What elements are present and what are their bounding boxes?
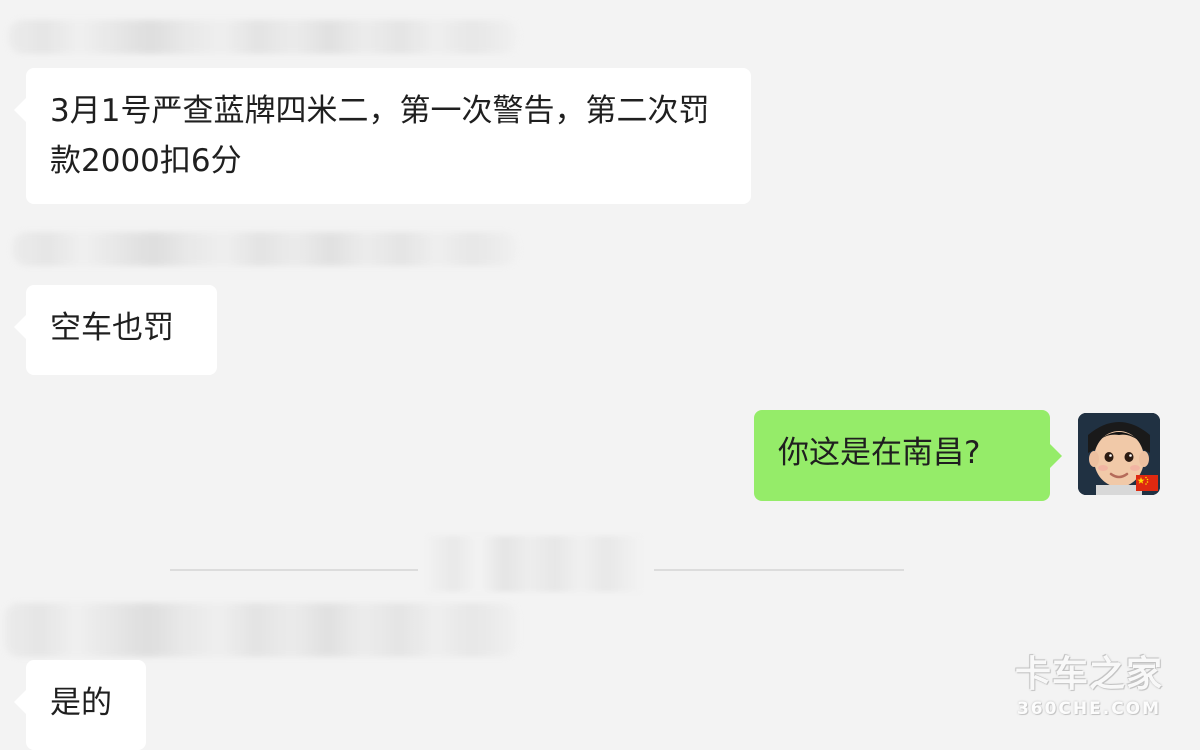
user-avatar[interactable] bbox=[1078, 413, 1160, 495]
message-bubble-outgoing[interactable]: 你这是在南昌? bbox=[754, 410, 1062, 501]
watermark-logo: 卡车之家 360CHE.COM bbox=[1004, 655, 1174, 721]
blurred-sender-name bbox=[8, 20, 518, 54]
message-bubble-incoming[interactable]: 3月1号严查蓝牌四米二，第一次警告，第二次罚款2000扣6分 bbox=[14, 68, 751, 204]
message-text: 空车也罚 bbox=[50, 310, 174, 346]
message-bubble-incoming[interactable]: 空车也罚 bbox=[14, 285, 217, 375]
message-text: 是的 bbox=[50, 685, 112, 721]
time-divider-left bbox=[170, 569, 418, 571]
watermark-domain: 360CHE.COM bbox=[1016, 699, 1162, 719]
time-divider-right bbox=[654, 569, 904, 571]
message-text: 3月1号严查蓝牌四米二，第一次警告，第二次罚款2000扣6分 bbox=[50, 93, 710, 179]
blurred-sender-name bbox=[4, 603, 518, 657]
message-text: 你这是在南昌? bbox=[778, 435, 981, 471]
blurred-sender-name bbox=[12, 232, 518, 266]
watermark-brand: 卡车之家 bbox=[1014, 654, 1163, 695]
message-bubble-incoming[interactable]: 是的 bbox=[14, 660, 146, 750]
china-flag-icon bbox=[1136, 475, 1158, 491]
blurred-timestamp bbox=[428, 536, 640, 592]
